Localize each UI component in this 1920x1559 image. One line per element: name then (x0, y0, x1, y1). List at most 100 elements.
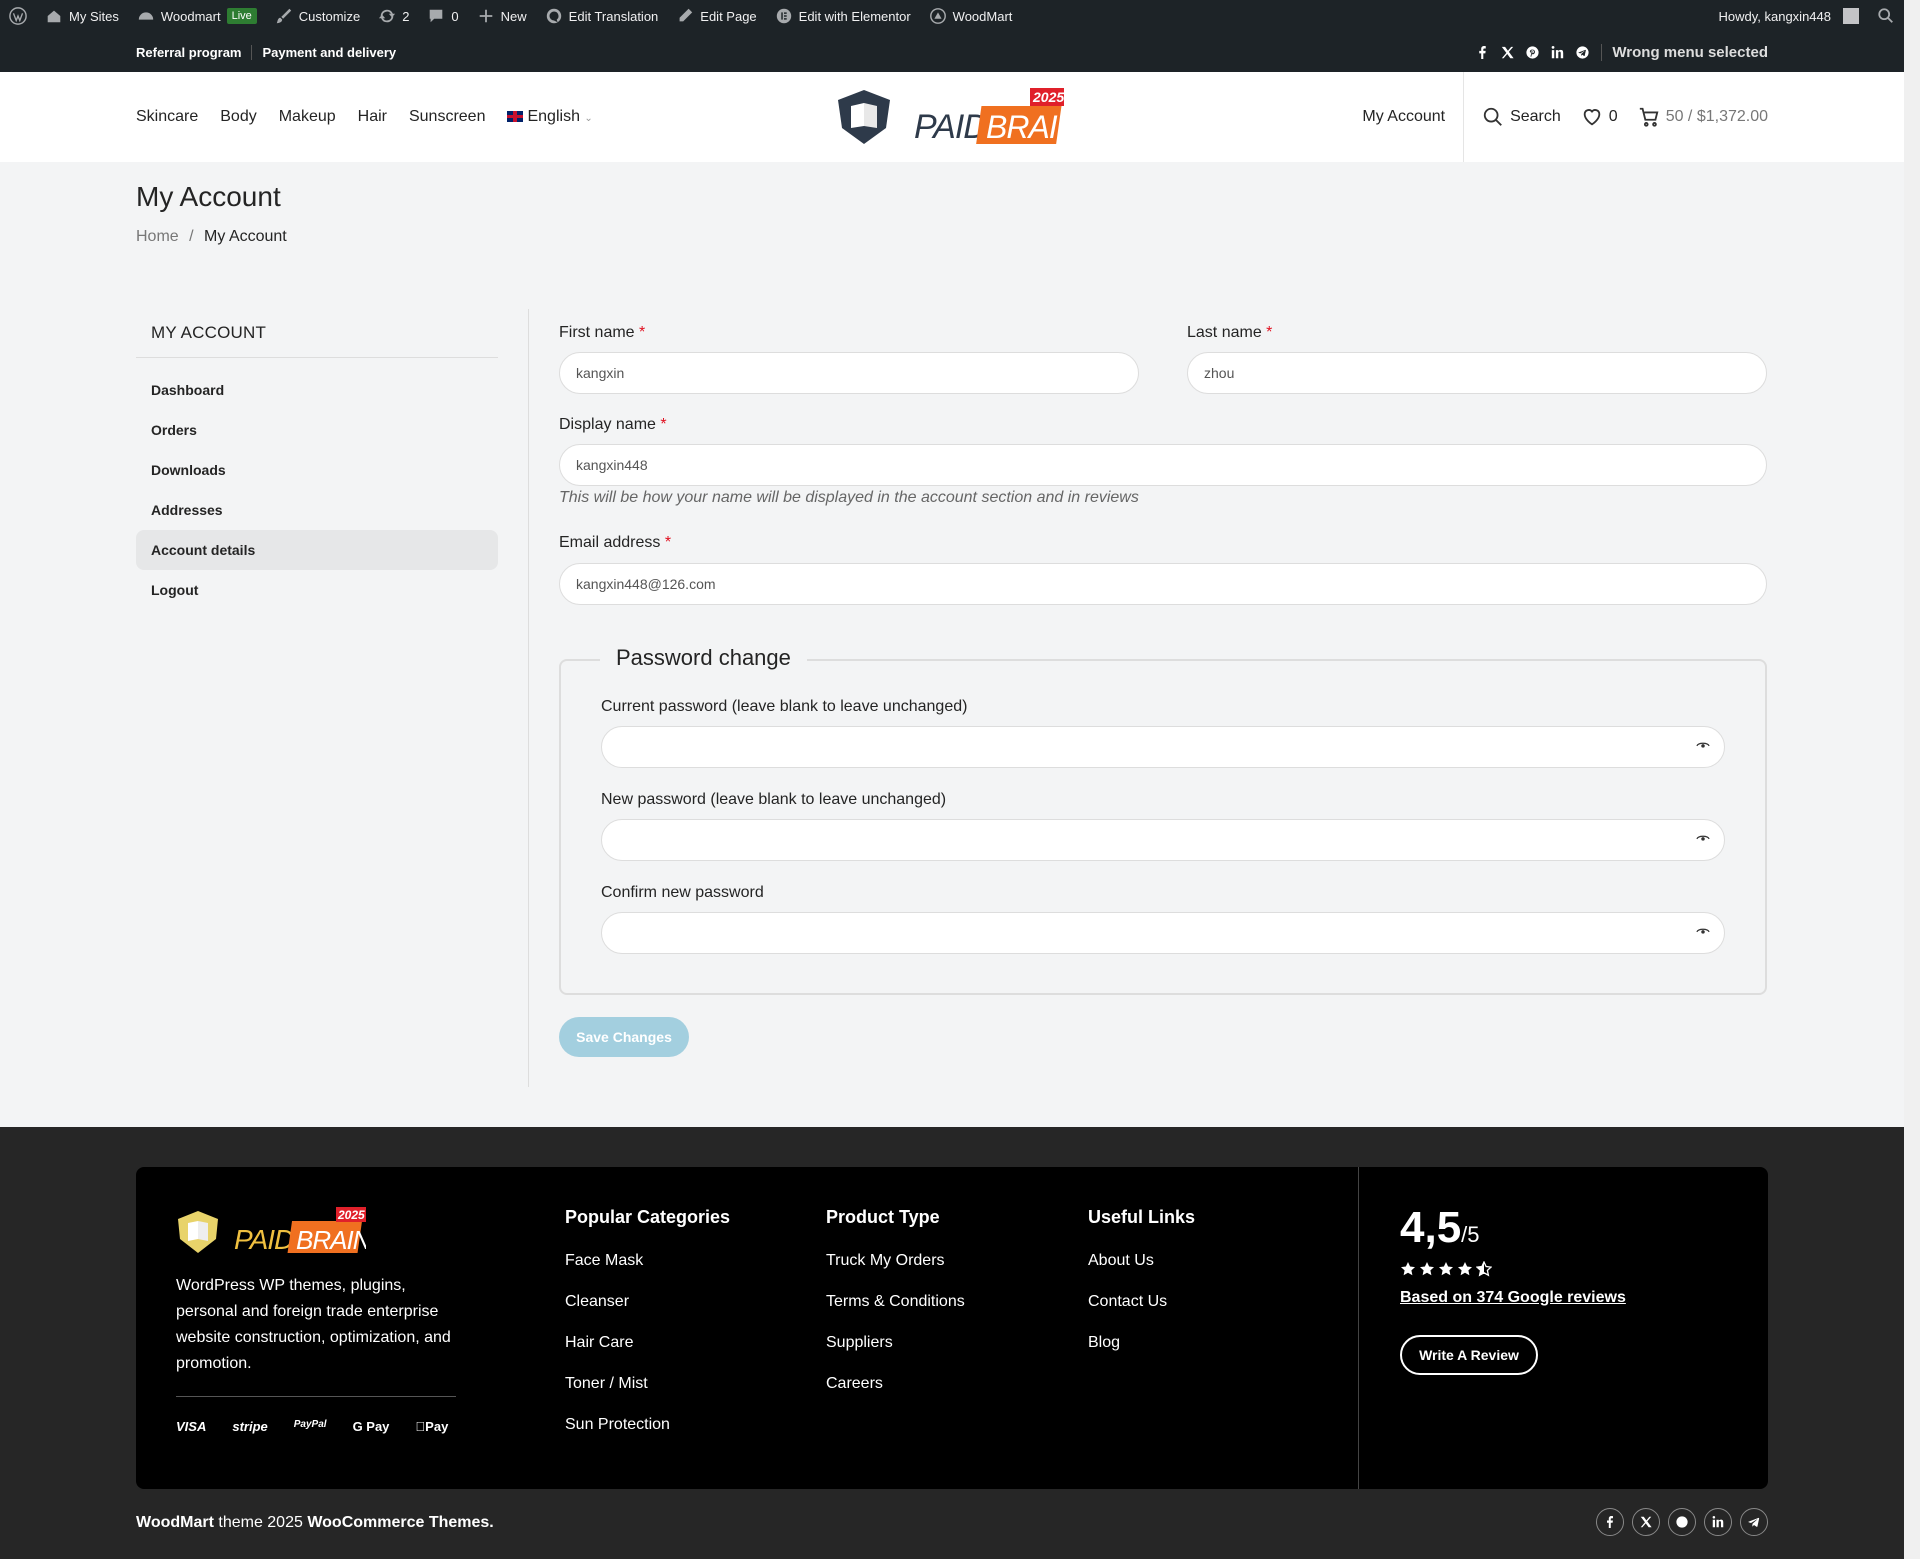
nav-item-hair[interactable]: Hair (358, 108, 387, 126)
x-twitter-icon[interactable] (1501, 46, 1514, 59)
referral-program-link[interactable]: Referral program (136, 44, 253, 60)
edit-elementor-link[interactable]: Edit with Elementor (766, 0, 920, 32)
sidebar-item-orders[interactable]: Orders (136, 410, 498, 450)
footer-divider (176, 1396, 456, 1397)
footer-link-face-mask[interactable]: Face Mask (565, 1252, 730, 1293)
translate-icon (546, 8, 561, 24)
footer-link-contact[interactable]: Contact Us (1088, 1293, 1195, 1334)
pinterest-icon[interactable] (1526, 45, 1539, 59)
refresh-icon (379, 9, 396, 23)
footer-col-title: Popular Categories (565, 1207, 731, 1227)
confirm-password-input[interactable] (601, 912, 1725, 954)
telegram-icon[interactable] (1740, 1508, 1768, 1536)
google-reviews-link[interactable]: Based on 374 Google reviews (1400, 1289, 1626, 1307)
paypal-icon: PayPal (293, 1419, 327, 1430)
sidebar-item-dashboard[interactable]: Dashboard (136, 370, 498, 410)
sidebar-item-addresses[interactable]: Addresses (136, 490, 498, 530)
wrong-menu-notice: Wrong menu selected (1601, 43, 1768, 61)
visa-icon: VISA (176, 1419, 207, 1434)
copyright: WoodMart theme 2025 WooCommerce Themes. (136, 1514, 494, 1531)
footer-description: WordPress WP themes, plugins, personal a… (176, 1277, 451, 1372)
chevron-down-icon: ⌄ (584, 113, 593, 124)
footer-link-hair-care[interactable]: Hair Care (565, 1334, 730, 1375)
sidebar-item-downloads[interactable]: Downloads (136, 450, 498, 490)
wishlist-button[interactable]: 0 (1581, 106, 1618, 128)
footer-link-terms[interactable]: Terms & Conditions (826, 1293, 965, 1334)
page-scrollbar[interactable] (1904, 0, 1920, 1559)
logo-year: 2025 (1032, 89, 1064, 105)
breadcrumb-separator: / (189, 228, 194, 245)
sidebar-item-logout[interactable]: Logout (136, 570, 498, 610)
header-divider (1463, 72, 1465, 162)
nav-item-body[interactable]: Body (220, 108, 256, 126)
first-name-input[interactable]: kangxin (559, 352, 1139, 394)
last-name-input[interactable]: zhou (1187, 352, 1767, 394)
site-logo[interactable]: PAID BRAINY 2025 (834, 88, 1066, 146)
eye-icon[interactable] (1696, 738, 1710, 752)
x-twitter-icon[interactable] (1632, 1508, 1660, 1536)
footer-logo[interactable]: PAID BRAINY 2025 (176, 1207, 366, 1255)
payment-delivery-link[interactable]: Payment and delivery (252, 45, 406, 60)
main-nav: Skincare Body Makeup Hair Sunscreen Engl… (136, 72, 593, 162)
content-divider (528, 309, 529, 1087)
customize-link[interactable]: Customize (266, 0, 369, 32)
write-review-button[interactable]: Write A Review (1400, 1335, 1538, 1375)
breadcrumb-current: My Account (204, 228, 287, 245)
footer-link-suppliers[interactable]: Suppliers (826, 1334, 965, 1375)
facebook-icon[interactable] (1476, 45, 1489, 59)
nav-item-skincare[interactable]: Skincare (136, 108, 198, 126)
footer-link-track-orders[interactable]: Truck My Orders (826, 1252, 965, 1293)
wordpress-logo-icon[interactable] (0, 0, 36, 32)
last-name-label: Last name * (1187, 324, 1273, 341)
site-footer: PAID BRAINY 2025 WordPress WP themes, pl… (0, 1127, 1904, 1559)
footer-link-cleanser[interactable]: Cleanser (565, 1293, 730, 1334)
facebook-icon[interactable] (1596, 1508, 1624, 1536)
password-change-legend: Password change (600, 645, 807, 671)
email-input[interactable]: kangxin448@126.com (559, 563, 1767, 605)
current-password-input[interactable] (601, 726, 1725, 768)
cart-button[interactable]: 50 / $1,372.00 (1638, 106, 1768, 128)
admin-search-button[interactable] (1868, 0, 1904, 32)
footer-link-careers[interactable]: Careers (826, 1375, 965, 1416)
home-icon (47, 10, 61, 23)
footer-col-title: Product Type (826, 1207, 940, 1227)
brush-icon (276, 8, 291, 24)
star-icon (1401, 1262, 1415, 1276)
linkedin-icon[interactable] (1704, 1508, 1732, 1536)
new-password-input[interactable] (601, 819, 1725, 861)
footer-link-toner-mist[interactable]: Toner / Mist (565, 1375, 730, 1416)
edit-page-link[interactable]: Edit Page (667, 0, 765, 32)
save-changes-button[interactable]: Save Changes (559, 1017, 689, 1057)
sidebar-item-account-details[interactable]: Account details (136, 530, 498, 570)
linkedin-icon[interactable] (1551, 45, 1564, 59)
display-name-input[interactable]: kangxin448 (559, 444, 1767, 486)
pinterest-icon[interactable] (1668, 1508, 1696, 1536)
footer-col-title: Useful Links (1088, 1207, 1196, 1227)
comments-link[interactable]: 0 (418, 0, 467, 32)
eye-icon[interactable] (1696, 924, 1710, 938)
search-icon (1878, 8, 1893, 23)
nav-item-sunscreen[interactable]: Sunscreen (409, 108, 486, 126)
comment-icon (430, 9, 443, 23)
site-name-menu[interactable]: Woodmart Live (128, 0, 266, 32)
footer-social (1596, 1508, 1768, 1536)
account-menu[interactable]: Howdy, kangxin448 (1710, 0, 1869, 32)
svg-text:2025: 2025 (337, 1208, 365, 1222)
eye-icon[interactable] (1696, 831, 1710, 845)
language-switcher[interactable]: English ⌄ (507, 108, 593, 126)
footer-link-sun-protection[interactable]: Sun Protection (565, 1416, 730, 1457)
breadcrumb-home[interactable]: Home (136, 228, 179, 245)
footer-link-blog[interactable]: Blog (1088, 1334, 1195, 1375)
woodmart-menu[interactable]: WoodMart (920, 0, 1022, 32)
my-sites-menu[interactable]: My Sites (36, 0, 128, 32)
new-content-menu[interactable]: New (468, 0, 536, 32)
telegram-icon[interactable] (1576, 45, 1589, 59)
elementor-icon (776, 8, 791, 24)
updates-link[interactable]: 2 (369, 0, 418, 32)
my-account-link[interactable]: My Account (1362, 108, 1445, 126)
edit-translation-link[interactable]: Edit Translation (536, 0, 668, 32)
nav-item-makeup[interactable]: Makeup (279, 108, 336, 126)
wp-admin-bar: My Sites Woodmart Live Customize 2 0 New … (0, 0, 1904, 32)
footer-link-about[interactable]: About Us (1088, 1252, 1195, 1293)
header-search-button[interactable]: Search (1482, 106, 1561, 128)
